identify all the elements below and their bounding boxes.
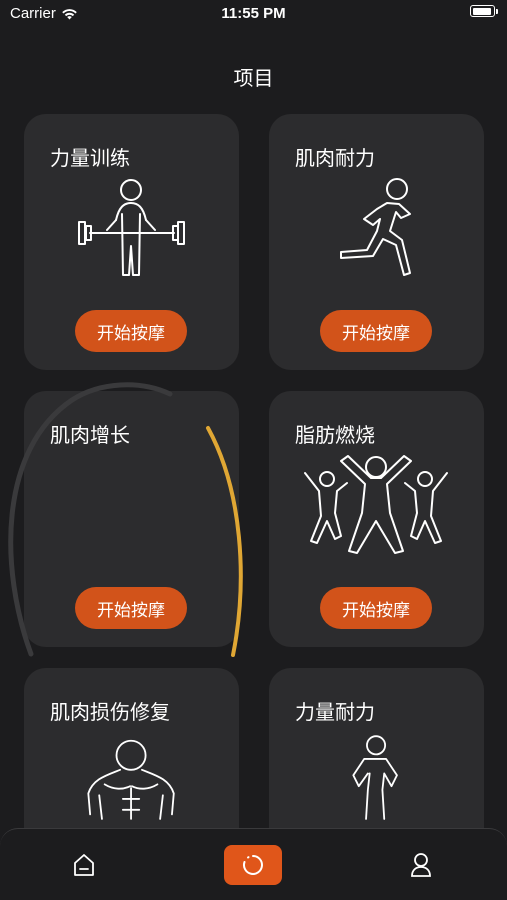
muscle-torso-icon (87, 739, 175, 820)
standing-person-icon (352, 735, 398, 820)
status-time: 11:55 PM (221, 5, 286, 22)
start-massage-button[interactable]: 开始按摩 (320, 587, 432, 629)
project-card-endurance[interactable]: 肌肉耐力 开始按摩 (269, 114, 484, 370)
start-massage-button[interactable]: 开始按摩 (75, 310, 187, 352)
start-massage-button[interactable]: 开始按摩 (320, 310, 432, 352)
project-card-muscle-growth[interactable]: 肌肉增长 开始按摩 (24, 391, 239, 647)
card-title: 肌肉损伤修复 (50, 700, 170, 724)
page-title: 项目 (233, 66, 274, 90)
home-icon (74, 854, 94, 876)
start-massage-button[interactable]: 开始按摩 (75, 587, 187, 629)
project-card-strength[interactable]: 力量训练 开始按摩 (24, 114, 239, 370)
person-icon (411, 853, 431, 877)
circle-refresh-icon (243, 855, 263, 875)
tab-projects[interactable] (224, 845, 282, 885)
card-title: 肌肉耐力 (295, 146, 375, 170)
weightlifter-icon (78, 179, 185, 276)
card-title: 力量耐力 (295, 700, 375, 724)
battery-icon (470, 5, 498, 17)
card-title: 脂肪燃烧 (295, 423, 375, 447)
runner-icon (340, 178, 411, 276)
jumping-people-icon (304, 455, 448, 554)
tab-profile[interactable] (392, 845, 450, 885)
tab-home[interactable] (55, 845, 113, 885)
project-card-fat-burn[interactable]: 脂肪燃烧 开始按摩 (269, 391, 484, 647)
tab-bar (0, 828, 507, 900)
card-title: 肌肉增长 (50, 423, 130, 447)
card-title: 力量训练 (50, 146, 130, 170)
status-bar: Carrier 11:55 PM (0, 0, 507, 30)
